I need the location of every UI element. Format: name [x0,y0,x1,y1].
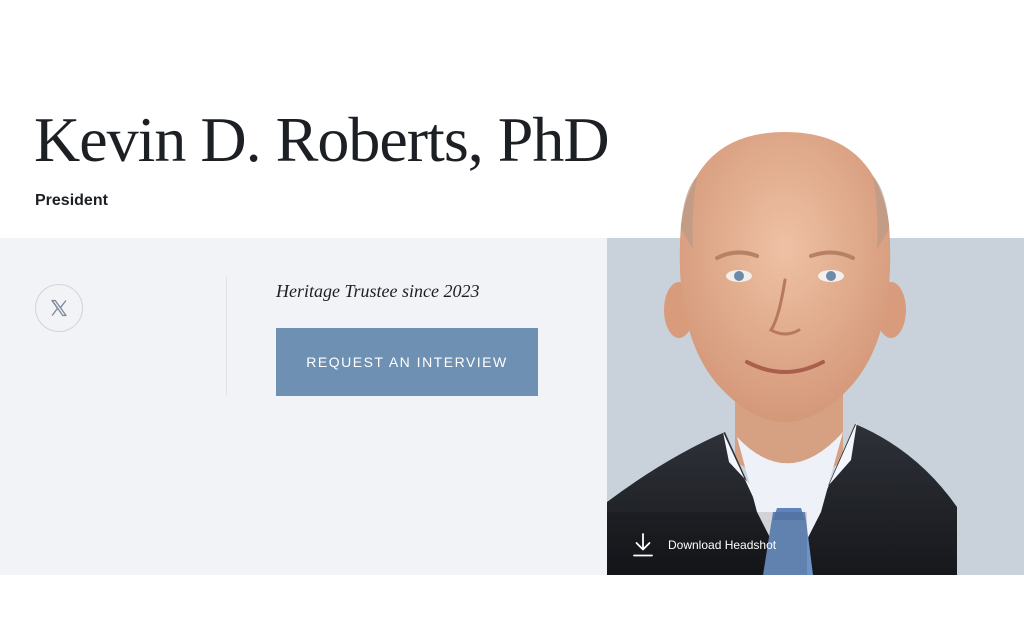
download-icon [633,533,653,557]
download-headshot-label: Download Headshot [668,538,777,552]
person-title: President [35,192,108,209]
x-social-link[interactable] [35,284,83,332]
x-logo-icon [51,299,67,317]
profile-page: Kevin D. Roberts, PhD President Heritage… [0,0,1024,617]
request-interview-button[interactable]: REQUEST AN INTERVIEW [276,328,538,396]
trustee-note: Heritage Trustee since 2023 [276,281,480,301]
person-name: Kevin D. Roberts, PhD [34,104,610,175]
vertical-divider [226,277,227,395]
headshot-photo [607,132,1024,575]
download-headshot-link[interactable]: Download Headshot [632,532,776,558]
